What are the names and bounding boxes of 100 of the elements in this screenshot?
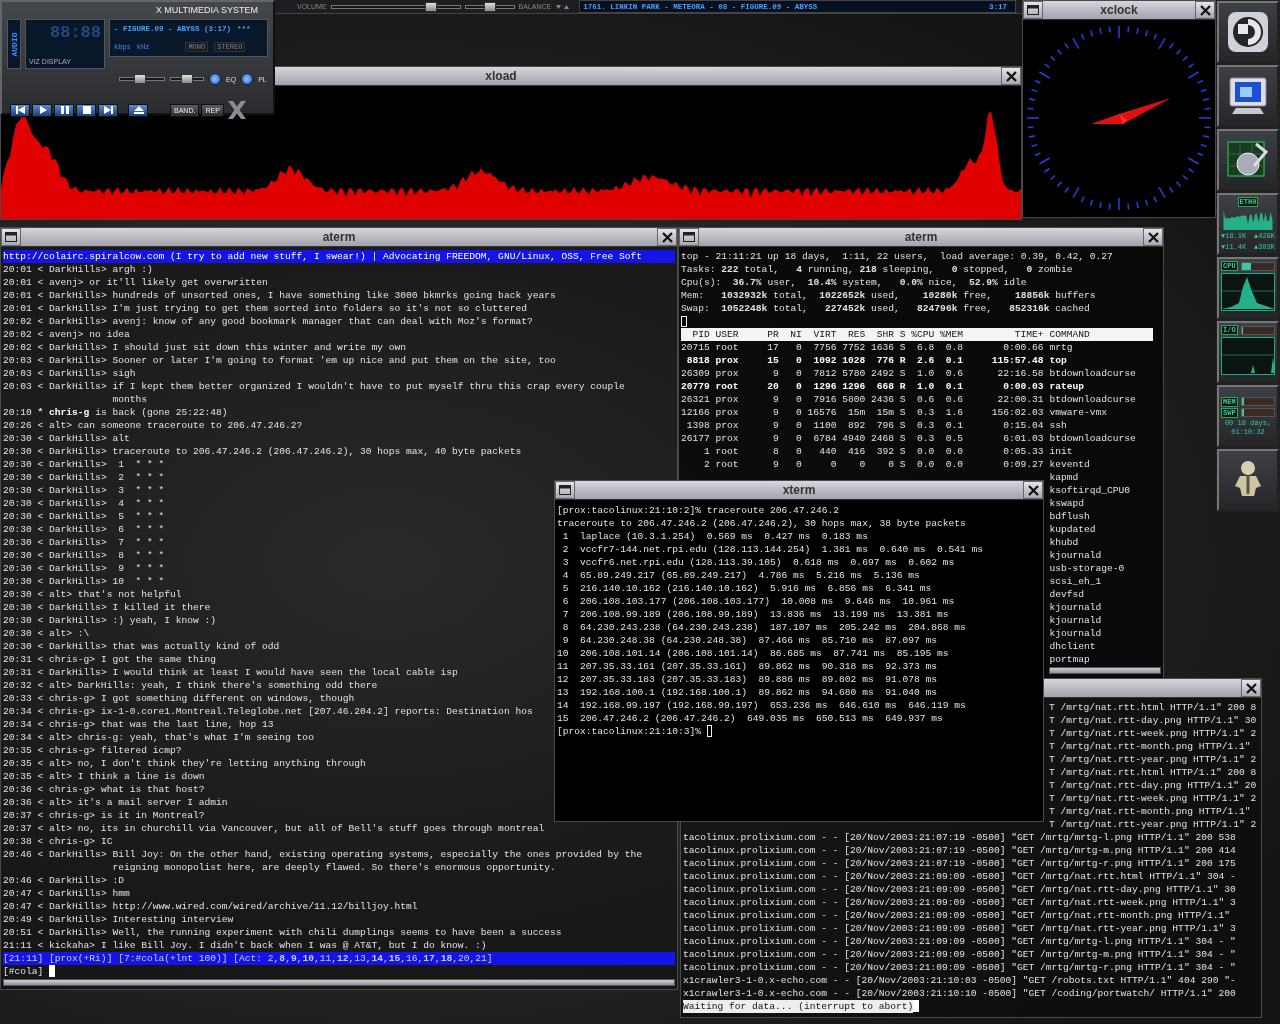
close-icon [1245, 682, 1257, 694]
message-time: 20:47 [3, 900, 32, 913]
slider-thumb[interactable] [181, 74, 193, 84]
next-button[interactable] [98, 103, 118, 117]
eject-button[interactable] [128, 103, 148, 117]
table-cell-text: S [898, 432, 906, 445]
slider-thumb[interactable] [133, 74, 146, 84]
message-text: I would think at least I would have seen the local cable isp [112, 666, 458, 679]
column-header: %MEM [939, 328, 964, 341]
message-nick: < DarkHills> [37, 497, 107, 510]
table-cell-text: 0 [795, 406, 802, 419]
message-text: or it'll likely get overwritten [89, 276, 268, 289]
table-cell-text: 0 [795, 354, 802, 367]
table-cell-text: 416 [846, 445, 866, 458]
message-text: Sooner or later I'm going to format 'em up nice and put them on the site, too [112, 354, 556, 367]
window-menu-button[interactable] [1, 228, 21, 246]
message-nick: < DarkHills> [37, 848, 107, 861]
close-button[interactable] [1195, 1, 1215, 19]
balance-slider[interactable] [170, 77, 204, 81]
message-time: 20:37 [3, 809, 32, 822]
message-time: 20:38 [3, 835, 32, 848]
table-cell-text: 22:16.58 [996, 367, 1044, 380]
log-line: tacolinux.prolixium.com - - [20/Nov/2003:21:09:09 -0500] "GET /mrtg/nat.rtt.html HTTP/1.1" 304 - [683, 870, 1236, 883]
window-icon [5, 232, 17, 242]
terminal-line: 12 207.35.33.183 (207.35.33.183) 89.886 ms 89.802 ms 91.078 ms [557, 673, 937, 686]
message-time: 20:35 [3, 744, 32, 757]
window-menu-button[interactable] [679, 228, 699, 246]
toggle-button[interactable] [241, 73, 254, 85]
table-cell-text: 0 [795, 367, 802, 380]
message-text: hmm [112, 887, 130, 900]
table-cell-text: kjournald [1048, 549, 1103, 562]
table-cell-text: 4940 [841, 432, 866, 445]
table-cell-text: prox [714, 406, 740, 419]
message-text: Well, the running experiment with chili dumplings seems to have been a success [112, 926, 562, 939]
window-title: xload [485, 69, 517, 83]
message-text: Interesting interview [112, 913, 234, 926]
table-cell-text: prox [714, 393, 740, 406]
log-line: tacolinux.prolixium.com - - [20/Nov/2003:21:09:09 -0500] "GET /mrtg/nat.rtt-day.png HTTP/1.1" 30 [683, 883, 1236, 896]
message-nick: < DarkHills> [37, 510, 107, 523]
terminal-line: 7 206.108.99.189 (206.108.99.189) 13.836 ms 13.199 ms 13.381 ms [561, 608, 949, 621]
play-button[interactable] [32, 103, 52, 117]
table-cell-text: 5800 [841, 393, 866, 406]
table-cell-text: 6:01.03 [1002, 432, 1044, 445]
volume-slider[interactable] [330, 4, 461, 9]
log-line: T /mrtg/nat.rtt-year.png HTTP/1.1" 2 [1049, 753, 1257, 766]
column-header: SHR [875, 328, 894, 341]
message-time: 20:46 [3, 874, 32, 887]
summary-line: top - 21:11:21 up 18 days, 1:11, 22 users, load average: 0.39, 0.42, 0.27 [681, 250, 1114, 263]
slider-thumb[interactable] [425, 1, 438, 12]
table-cell-text: 0 [795, 445, 802, 458]
side-label: AUDIO [9, 32, 19, 56]
table-cell-text: kupdated [1048, 523, 1097, 536]
slider-thumb[interactable] [483, 1, 496, 12]
window-menu-button[interactable] [555, 481, 575, 499]
close-button[interactable] [1143, 228, 1163, 246]
log-line: tacolinux.prolixium.com - - [20/Nov/2003:21:09:09 -0500] "GET /mrtg/nat.rtt-week.png HTTP/1.1" 3 [683, 896, 1236, 909]
message-text: that was the last line, hop 13 [100, 718, 274, 731]
terminal-line: 13 192.168.100.1 (192.168.100.1) 89.862 ms 94.680 ms 91.040 ms [557, 686, 937, 699]
message-nick: < DarkHills> [37, 341, 107, 354]
message-time: 20:30 [3, 575, 32, 588]
message-nick: < alt> [37, 588, 73, 601]
table-cell-text: 16576 [806, 406, 837, 419]
previous-button[interactable] [10, 103, 30, 117]
pause-button[interactable] [54, 103, 74, 117]
toggle-button[interactable] [209, 73, 221, 85]
message-nick: < avenj> [37, 328, 84, 341]
balance-slider[interactable] [464, 4, 515, 9]
table-cell-text: 1398 [685, 419, 710, 432]
table-cell-text: root [714, 458, 740, 471]
close-button[interactable] [1241, 679, 1261, 697]
volume-slider[interactable] [119, 77, 165, 81]
table-cell-text: 0:00.03 [1002, 380, 1044, 393]
table-cell-text: kjournald [1048, 601, 1103, 614]
table-cell: 26309 [681, 367, 710, 380]
message-nick: < DarkHills> [37, 471, 107, 484]
table-cell-text: btdownloadcurse [1048, 432, 1137, 445]
close-button[interactable] [1023, 481, 1043, 499]
message-text: is back (gone 25:22:48) [95, 406, 228, 419]
message-nick: < chris-g> [37, 744, 96, 757]
log-line: tacolinux.prolixium.com - - [20/Nov/2003:21:09:09 -0500] "GET /mrtg/mrtg-r.png HTTP/1.1" 304 - " [683, 961, 1236, 974]
message-time: 20:30 [3, 484, 32, 497]
message-nick: < DarkHills> [37, 887, 107, 900]
summary-line: Cpu(s): 36.7% user, 10.4% system, 0.0% nice, 52.9% idle [681, 276, 1028, 289]
terminal-line: 9 64.230.248.38 (64.230.248.38) 87.466 ms 85.710 ms 87.097 ms [561, 634, 937, 647]
message-nick: < chris-g> [37, 718, 96, 731]
status-message: Waiting for data... (interrupt to abort) [683, 1000, 914, 1013]
stop-button[interactable] [76, 103, 96, 117]
table-cell-text: R [898, 354, 906, 367]
table-cell-text: 0:15.04 [1002, 419, 1044, 432]
close-button[interactable] [657, 228, 677, 246]
message-text: ix-1-0.core1.Montreal.Teleglobe.net [207.46.204.2] reports: Destination hos [100, 705, 533, 718]
table-cell-text: 0.0 [944, 458, 964, 471]
table-cell-text: 7752 [841, 341, 866, 354]
table-cell-text: 0.3 [915, 419, 935, 432]
column-header: %CPU [910, 328, 935, 341]
close-button[interactable] [1001, 67, 1021, 85]
table-cell-text: rateup [1048, 380, 1085, 393]
summary-line: Swap: 1052248k total, 227452k used, 824796k free, 852316k cached [681, 302, 1091, 315]
table-cell-text: 0.6 [944, 393, 964, 406]
window-menu-button[interactable] [1023, 1, 1043, 19]
